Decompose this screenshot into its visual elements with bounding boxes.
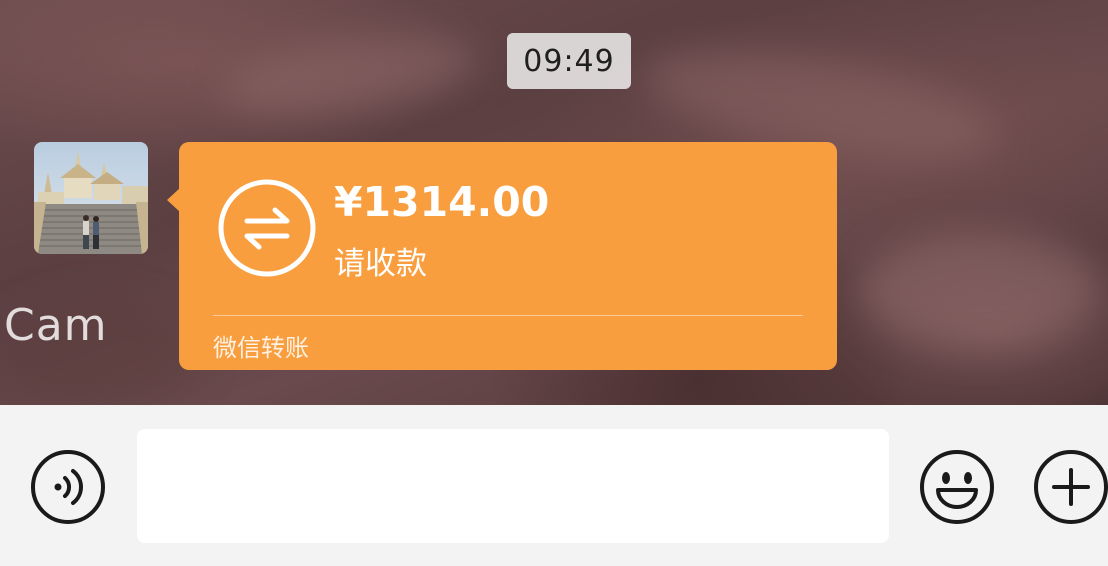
bubble-tail: [167, 188, 180, 212]
voice-button[interactable]: [30, 449, 106, 525]
voice-icon: [31, 450, 105, 524]
message-input[interactable]: [137, 429, 889, 543]
plus-icon: [1034, 450, 1108, 524]
emoji-button[interactable]: [918, 448, 996, 526]
message-timestamp: 09:49: [507, 33, 631, 89]
background-texture: [860, 230, 1100, 350]
transfer-message-bubble[interactable]: ¥1314.00 请收款 微信转账: [167, 142, 837, 370]
transfer-source-label: 微信转账: [213, 334, 309, 362]
chat-input-bar: [0, 405, 1108, 566]
avatar-photo: [34, 142, 148, 254]
transfer-icon: [217, 178, 317, 278]
transfer-amount: ¥1314.00: [334, 178, 550, 226]
emoji-icon: [920, 450, 994, 524]
chat-area: 09:49 Cam ¥1314.00 请收款 微信转账: [0, 0, 1108, 405]
avatar[interactable]: [34, 142, 148, 254]
transfer-status: 请收款: [334, 246, 427, 282]
camera-watermark: Cam: [4, 300, 108, 351]
bubble-divider: [213, 315, 803, 316]
more-options-button[interactable]: [1032, 448, 1108, 526]
background-texture: [216, 22, 484, 128]
